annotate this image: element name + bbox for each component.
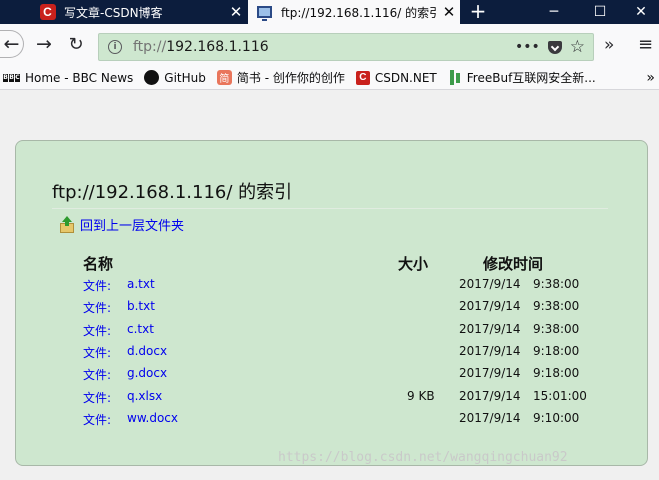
jianshu-icon: 简 [216, 70, 232, 85]
file-name-link[interactable]: d.docx [127, 344, 167, 358]
forward-button[interactable]: → [32, 32, 56, 56]
file-name-link[interactable]: q.xlsx [127, 389, 162, 403]
file-type-label[interactable]: 文件: [83, 299, 111, 316]
folder-up-icon [60, 215, 74, 233]
table-row: 文件: d.docx 2017/9/14 9:18:00 [16, 344, 649, 366]
file-date: 2017/9/14 [459, 299, 521, 314]
watermark: https://blog.csdn.net/wangqingchuan92 [278, 450, 568, 465]
minimize-button[interactable]: ─ [531, 0, 577, 24]
table-row: 文件: ww.docx 2017/9/14 9:10:00 [16, 411, 649, 433]
bookmark-star-icon[interactable]: ☆ [570, 37, 585, 57]
file-type-label[interactable]: 文件: [83, 344, 111, 361]
table-row: 文件: g.docx 2017/9/14 9:18:00 [16, 366, 649, 388]
tab-title: ftp://192.168.1.116/ 的索引 [281, 5, 438, 20]
bookmark-label: FreeBuf互联网安全新... [466, 71, 596, 85]
file-type-label[interactable]: 文件: [83, 411, 111, 428]
file-time: 9:10:00 [533, 410, 580, 425]
file-type-label[interactable]: 文件: [83, 389, 111, 406]
file-time: 9:38:00 [533, 277, 580, 291]
bookmarks-toolbar: BBC Home - BBC News GitHub 简 简书 - 创作你的创作… [0, 66, 659, 90]
file-time: 15:01:00 [533, 388, 587, 403]
file-time: 9:38:00 [533, 321, 580, 336]
file-size: 9 KB [407, 388, 435, 403]
file-time: 9:18:00 [533, 366, 580, 381]
file-time: 9:38:00 [533, 299, 580, 314]
bookmark-label: Home - BBC News [25, 70, 134, 85]
pocket-icon[interactable] [547, 40, 562, 54]
file-date: 2017/9/14 [459, 343, 521, 358]
bookmark-bbc[interactable]: BBC Home - BBC News [0, 71, 133, 85]
maximize-button[interactable]: ☐ [577, 0, 623, 24]
parent-directory-label[interactable]: 回到上一层文件夹 [80, 215, 184, 234]
column-header-size: 大小 [398, 255, 429, 273]
bookmark-csdn[interactable]: C CSDN.NET [355, 70, 437, 85]
page-title: ftp://192.168.1.116/ 的索引 [52, 178, 608, 209]
csdn-icon: C [355, 70, 370, 85]
tab-bar: C 写文章-CSDN博客 ✕ ftp://192.168.1.116/ 的索引 … [0, 0, 659, 24]
url-protocol: ftp:// [133, 39, 167, 55]
page-content: ftp://192.168.1.116/ 的索引 回到上一层文件夹 名称 大小 … [0, 90, 659, 480]
bbc-icon: BBC [3, 73, 20, 82]
file-type-label[interactable]: 文件: [83, 322, 111, 339]
back-button[interactable]: ← [0, 30, 24, 58]
tab-close-icon[interactable]: ✕ [438, 3, 460, 21]
file-time: 9:18:00 [533, 343, 580, 358]
file-name-link[interactable]: g.docx [127, 366, 167, 380]
new-tab-button[interactable]: + [466, 0, 490, 24]
tab-csdn-write[interactable]: C 写文章-CSDN博客 ✕ [31, 0, 247, 24]
file-name-link[interactable]: ww.docx [127, 411, 178, 425]
info-icon[interactable]: i [108, 40, 122, 54]
file-date: 2017/9/14 [459, 366, 521, 381]
github-icon [144, 70, 160, 85]
column-header-name: 名称 [83, 255, 114, 273]
page-actions-icon[interactable]: ••• [515, 39, 540, 55]
bookmark-label: GitHub [164, 70, 206, 85]
file-date: 2017/9/14 [459, 410, 521, 425]
file-name-link[interactable]: b.txt [127, 299, 155, 313]
file-type-label[interactable]: 文件: [83, 277, 111, 294]
table-row: 文件: q.xlsx 9 KB 2017/9/14 15:01:00 [16, 389, 649, 411]
bookmark-jianshu[interactable]: 简 简书 - 创作你的创作 [216, 69, 345, 86]
table-row: 文件: a.txt 2017/9/14 9:38:00 [16, 277, 649, 299]
navigation-toolbar: ← → ↻ i ftp://192.168.1.116 ••• ☆ » ≡ [0, 24, 659, 66]
file-date: 2017/9/14 [459, 321, 521, 336]
reload-button[interactable]: ↻ [64, 32, 88, 56]
overflow-menu-button[interactable]: » [604, 35, 614, 55]
directory-listing-panel: ftp://192.168.1.116/ 的索引 回到上一层文件夹 名称 大小 … [15, 140, 648, 466]
table-row: 文件: c.txt 2017/9/14 9:38:00 [16, 322, 649, 344]
csdn-icon: C [39, 4, 56, 21]
file-name-link[interactable]: a.txt [127, 277, 155, 291]
monitor-icon [256, 4, 273, 21]
hamburger-menu-icon[interactable]: ≡ [638, 34, 653, 55]
freebuf-icon [448, 70, 462, 85]
bookmark-label: CSDN.NET [374, 70, 437, 85]
address-bar[interactable]: i ftp://192.168.1.116 ••• ☆ [98, 33, 594, 61]
file-name-link[interactable]: c.txt [127, 322, 154, 336]
url-host: 192.168.1.116 [166, 39, 269, 55]
file-type-label[interactable]: 文件: [83, 366, 111, 383]
tab-close-icon[interactable]: ✕ [225, 3, 247, 21]
table-row: 文件: b.txt 2017/9/14 9:38:00 [16, 299, 649, 321]
file-date: 2017/9/14 [459, 388, 521, 403]
column-header-modified: 修改时间 [483, 255, 544, 273]
close-window-button[interactable]: ✕ [623, 0, 659, 24]
file-date: 2017/9/14 [459, 277, 521, 291]
bookmark-freebuf[interactable]: FreeBuf互联网安全新... [448, 69, 596, 86]
bookmark-github[interactable]: GitHub [144, 70, 206, 85]
bookmark-label: 简书 - 创作你的创作 [236, 71, 345, 85]
tab-ftp-index[interactable]: ftp://192.168.1.116/ 的索引 ✕ [248, 0, 460, 24]
parent-directory-link[interactable]: 回到上一层文件夹 [60, 215, 184, 234]
tab-title: 写文章-CSDN博客 [64, 5, 163, 20]
bookmarks-overflow-button[interactable]: » [646, 70, 655, 86]
